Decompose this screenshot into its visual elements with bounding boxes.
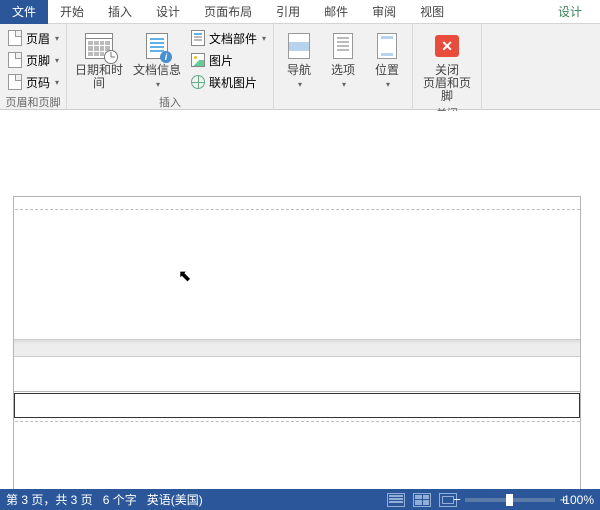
picture-label: 图片: [209, 52, 233, 69]
tab-view[interactable]: 视图: [408, 0, 456, 24]
status-page[interactable]: 第 3 页，共 3 页: [6, 491, 93, 508]
footer-boundary-dash: [0, 209, 600, 210]
chevron-down-icon: ▾: [156, 80, 160, 89]
picture-icon: [191, 53, 205, 67]
group-label: 页眉和页脚: [4, 92, 62, 113]
chevron-down-icon: ▾: [298, 80, 302, 89]
date-time-button[interactable]: 日期和时间: [71, 26, 127, 92]
header-label: 页眉: [26, 30, 50, 47]
page-icon: [8, 30, 22, 46]
slider-thumb[interactable]: [506, 494, 513, 506]
calendar-clock-icon: [85, 33, 113, 59]
date-time-label: 日期和时间: [73, 64, 125, 90]
position-button[interactable]: 位置 ▾: [366, 26, 408, 93]
page-bottom: [0, 196, 600, 356]
options-icon: [333, 33, 353, 59]
group-label: [278, 93, 408, 110]
doc-info-button[interactable]: i 文档信息 ▾: [129, 26, 185, 92]
picture-button[interactable]: 图片: [187, 50, 269, 70]
header-boundary-dash: [0, 421, 600, 422]
group-close: ✕ 关闭页眉和页脚 关闭: [413, 24, 482, 110]
position-label: 位置: [375, 63, 399, 77]
tab-mailings[interactable]: 邮件: [312, 0, 360, 24]
doc-parts-label: 文档部件: [209, 30, 257, 47]
doc-info-label: 文档信息: [133, 63, 181, 77]
chevron-down-icon: ▾: [55, 34, 59, 43]
close-label: 关闭: [435, 63, 459, 77]
options-button[interactable]: 选项 ▾: [322, 26, 364, 93]
chevron-down-icon: ▾: [342, 80, 346, 89]
mouse-cursor-icon: ⬉: [178, 266, 191, 286]
zoom-level[interactable]: 100%: [563, 493, 594, 507]
right-margin: [580, 196, 600, 489]
group-header-footer: 页眉 ▾ 页脚 ▾ 页码 ▾ 页眉和页脚: [0, 24, 67, 110]
page-gap: [0, 339, 600, 357]
globe-icon: [191, 75, 205, 89]
nav-label: 导航: [287, 63, 311, 77]
tab-review[interactable]: 审阅: [360, 0, 408, 24]
group-nav: 导航 ▾ 选项 ▾ 位置 ▾: [274, 24, 413, 110]
close-icon: ✕: [435, 35, 459, 57]
header-button[interactable]: 页眉 ▾: [4, 28, 62, 48]
tab-home[interactable]: 开始: [48, 0, 96, 24]
tab-design[interactable]: 设计: [144, 0, 192, 24]
page-number-button[interactable]: 页码 ▾: [4, 72, 62, 92]
close-sub-label: 页眉和页脚: [423, 76, 471, 103]
footer-button[interactable]: 页脚 ▾: [4, 50, 62, 70]
read-mode-icon[interactable]: [387, 493, 405, 507]
online-picture-button[interactable]: 联机图片: [187, 72, 269, 92]
chevron-down-icon: ▾: [386, 80, 390, 89]
online-picture-label: 联机图片: [209, 74, 257, 91]
tab-bar: 文件 开始 插入 设计 页面布局 引用 邮件 审阅 视图 设计: [0, 0, 600, 24]
status-bar: 第 3 页，共 3 页 6 个字 英语(美国) 100%: [0, 489, 600, 510]
footer-label: 页脚: [26, 52, 50, 69]
ribbon: 页眉 ▾ 页脚 ▾ 页码 ▾ 页眉和页脚 日期和时间 i 文档信息 ▾ 文档部件 ▾ 图片…: [0, 24, 600, 110]
group-label: 插入: [71, 92, 269, 113]
zoom-slider[interactable]: [465, 498, 555, 502]
options-label: 选项: [331, 63, 355, 77]
status-language[interactable]: 英语(美国): [147, 491, 203, 508]
status-word-count[interactable]: 6 个字: [103, 491, 137, 508]
tab-layout[interactable]: 页面布局: [192, 0, 264, 24]
tab-file[interactable]: 文件: [0, 0, 48, 24]
chevron-down-icon: ▾: [262, 34, 266, 43]
group-insert: 日期和时间 i 文档信息 ▾ 文档部件 ▾ 图片 联机图片 插入: [67, 24, 274, 110]
navigation-button[interactable]: 导航 ▾: [278, 26, 320, 93]
position-icon: [377, 33, 397, 59]
document-info-icon: i: [146, 33, 168, 59]
tab-insert[interactable]: 插入: [96, 0, 144, 24]
left-margin: [0, 196, 14, 489]
chevron-down-icon: ▾: [55, 78, 59, 87]
page-icon: [8, 74, 22, 90]
doc-parts-button[interactable]: 文档部件 ▾: [187, 28, 269, 48]
page-icon: [8, 52, 22, 68]
print-layout-icon[interactable]: [413, 493, 431, 507]
document-canvas[interactable]: ⬉: [0, 111, 600, 489]
pagenum-label: 页码: [26, 74, 50, 91]
quick-parts-icon: [191, 30, 205, 46]
tab-header-footer-design[interactable]: 设计: [546, 0, 600, 24]
tab-references[interactable]: 引用: [264, 0, 312, 24]
header-edit-area[interactable]: [14, 393, 580, 418]
page-nav-icon: [288, 33, 310, 59]
chevron-down-icon: ▾: [55, 56, 59, 65]
close-header-footer-button[interactable]: ✕ 关闭页眉和页脚: [417, 26, 477, 103]
